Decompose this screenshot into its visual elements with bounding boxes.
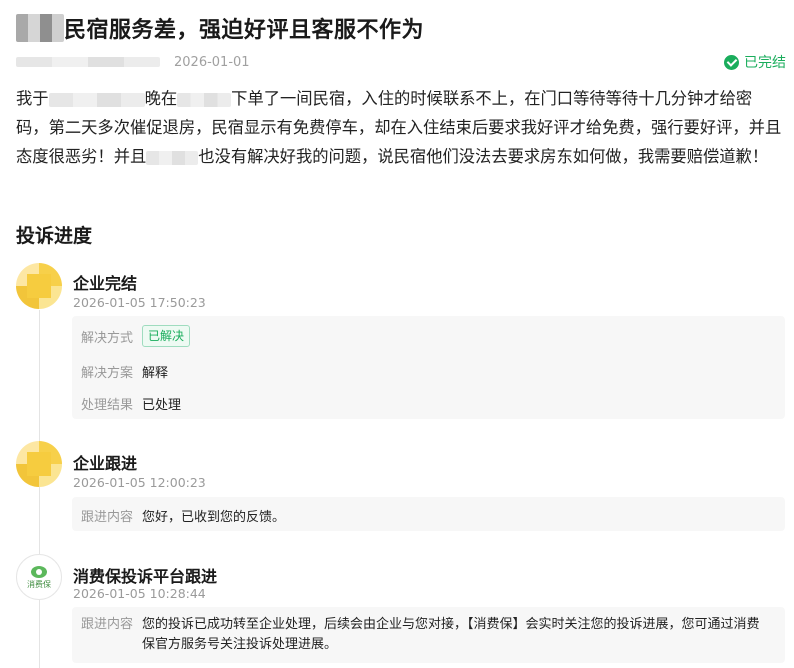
complaint-description: 我于 晚在 下单了一间民宿，入住的时候联系不上，在门口等待等待十几分钟才给密码，第二… — [16, 84, 784, 171]
detail-row-handling-result: 处理结果 已处理 — [81, 394, 181, 413]
event-time: 2026-01-05 17:50:23 — [73, 295, 206, 310]
detail-row-resolution-plan: 解决方案 解释 — [81, 362, 168, 381]
field-value: 已处理 — [142, 398, 182, 413]
platform-logo-avatar: 消费保 — [16, 554, 62, 600]
status-label: 已完结 — [744, 55, 786, 71]
field-label: 解决方案 — [81, 366, 134, 381]
description-part-2: 晚在 — [144, 89, 178, 108]
event-title: 企业跟进 — [73, 454, 138, 473]
redacted-brand-mosaic — [16, 14, 64, 42]
status-badge: 已完结 — [724, 52, 786, 72]
field-label: 处理结果 — [81, 398, 134, 413]
detail-row-followup-content: 跟进内容 您的投诉已成功转至企业处理，后续会由企业与您对接，【消费保】会实时关注… — [81, 615, 770, 655]
complaint-date: 2026-01-01 — [174, 54, 250, 70]
resolved-tag: 已解决 — [142, 325, 191, 347]
event-detail-card: 解决方式 已解决 解决方案 解释 处理结果 已处理 — [72, 316, 785, 419]
complaint-title: 民宿服务差，强迫好评且客服不作为 — [64, 18, 425, 43]
meta-row: 2026-01-01 已完结 — [16, 52, 786, 72]
event-title: 企业完结 — [73, 274, 138, 293]
leaf-logo-icon — [31, 565, 47, 578]
event-time: 2026-01-05 12:00:23 — [73, 475, 206, 490]
enterprise-avatar — [16, 441, 62, 487]
enterprise-avatar — [16, 263, 62, 309]
redacted-user-mosaic — [16, 57, 160, 67]
field-label: 跟进内容 — [81, 510, 134, 525]
check-circle-icon — [724, 54, 739, 70]
platform-logo-text: 消费保 — [27, 579, 51, 589]
redacted-platform-mosaic-2 — [146, 150, 199, 165]
detail-row-followup-content: 跟进内容 您好，已收到您的反馈。 — [81, 506, 285, 525]
title-row: 民宿服务差，强迫好评且客服不作为 — [16, 12, 424, 44]
field-value: 您好，已收到您的反馈。 — [142, 510, 286, 525]
field-value: 解释 — [142, 366, 169, 381]
progress-section-title: 投诉进度 — [16, 225, 93, 247]
event-detail-card: 跟进内容 您的投诉已成功转至企业处理，后续会由企业与您对接，【消费保】会实时关注… — [72, 607, 785, 663]
event-time: 2026-01-05 10:28:44 — [73, 586, 206, 601]
description-part-1: 我于 — [16, 89, 49, 108]
field-label: 跟进内容 — [81, 617, 134, 632]
redacted-date-mosaic — [48, 92, 145, 107]
field-label: 解决方式 — [81, 330, 134, 346]
event-title: 消费保投诉平台跟进 — [73, 567, 218, 586]
detail-row-resolution-method: 解决方式 已解决 — [81, 325, 191, 347]
redacted-platform-mosaic — [177, 92, 232, 107]
event-detail-card: 跟进内容 您好，已收到您的反馈。 — [72, 497, 785, 531]
timeline-line — [39, 310, 40, 668]
field-value: 您的投诉已成功转至企业处理，后续会由企业与您对接，【消费保】会实时关注您的投诉进… — [142, 617, 760, 652]
description-part-4: 也没有解决好我的问题，说民宿他们没法去要求房东如何做，我需要赔偿道歉！ — [198, 147, 769, 166]
